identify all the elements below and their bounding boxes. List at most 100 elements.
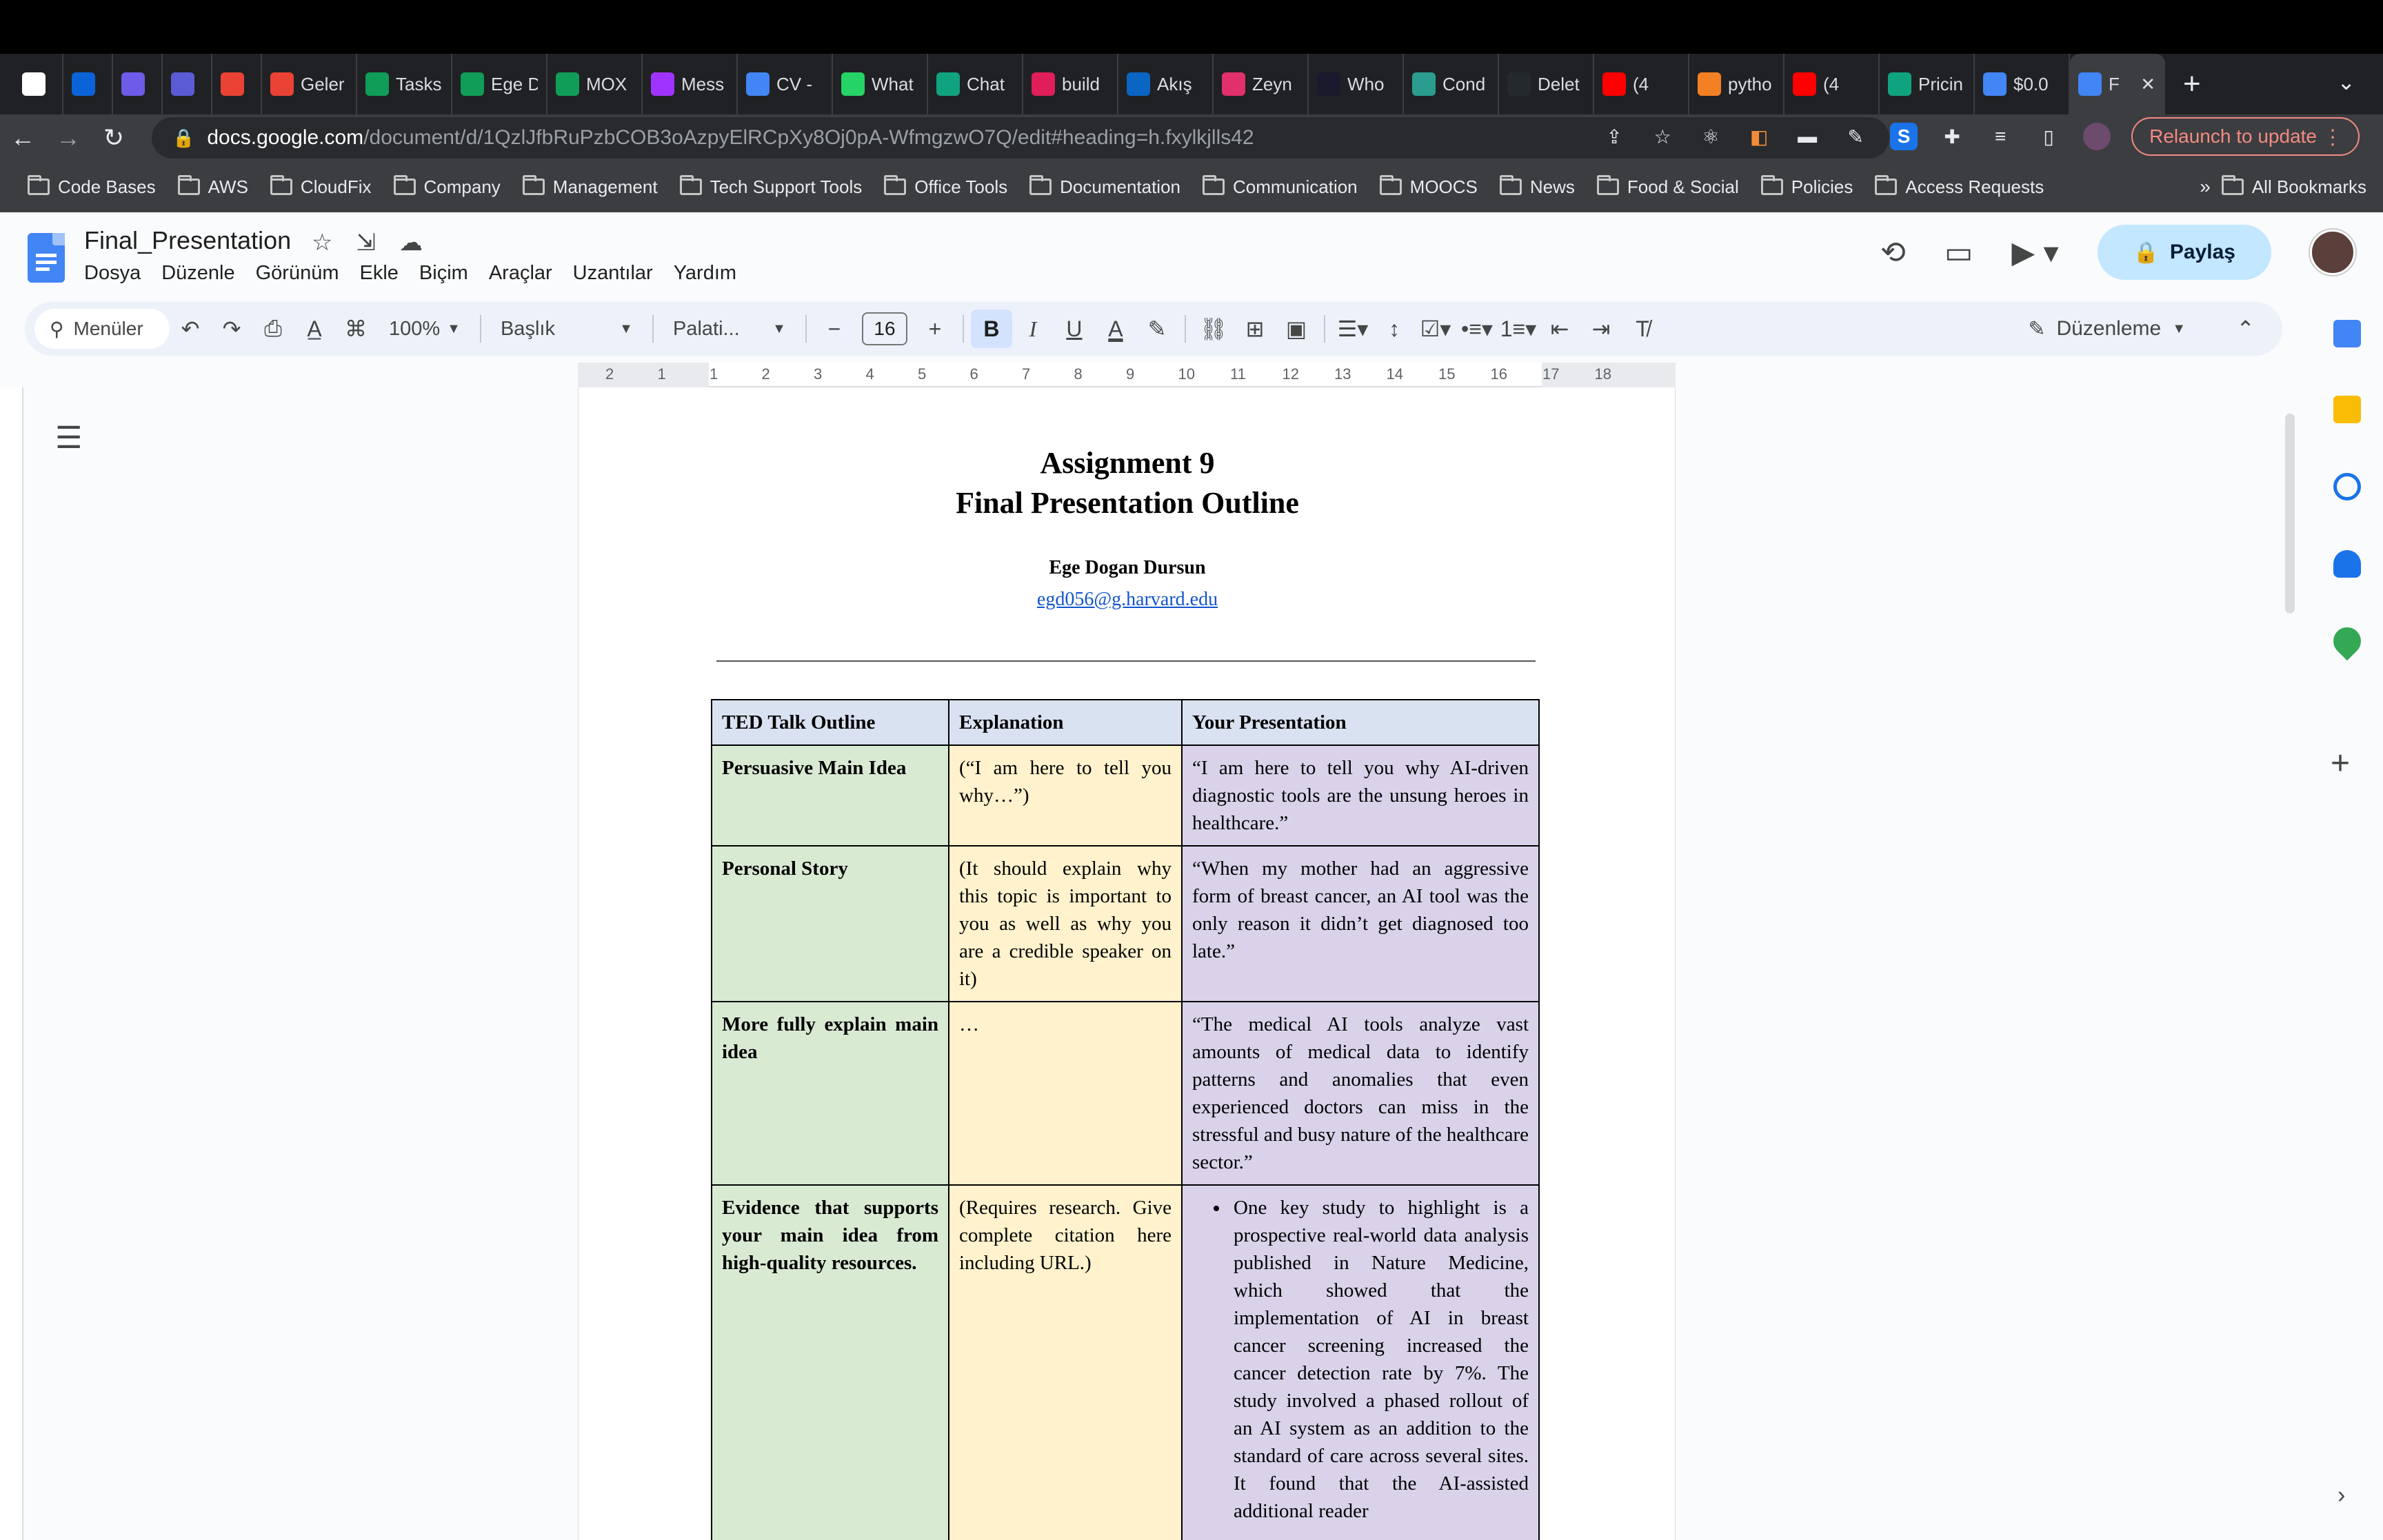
share-button[interactable]: 🔒 Paylaş bbox=[2097, 225, 2271, 280]
tab-search-chevron-icon[interactable]: ⌄ bbox=[2337, 69, 2355, 95]
insert-link-icon[interactable]: ⛓ bbox=[1193, 316, 1234, 342]
line-spacing-icon[interactable]: ↕ bbox=[1374, 316, 1415, 342]
increase-font-size-icon[interactable]: + bbox=[914, 316, 956, 342]
account-avatar[interactable] bbox=[2310, 230, 2355, 275]
browser-tab[interactable]: build bbox=[1023, 54, 1118, 114]
bookmark-folder[interactable]: Management bbox=[512, 175, 669, 198]
vertical-ruler[interactable] bbox=[0, 387, 23, 1540]
browser-tab[interactable] bbox=[113, 54, 163, 114]
add-comment-icon[interactable]: ⊞ bbox=[1234, 316, 1276, 342]
bold-icon[interactable]: B bbox=[970, 310, 1012, 348]
italic-icon[interactable]: I bbox=[1012, 316, 1054, 342]
decrease-indent-icon[interactable]: ⇤ bbox=[1539, 316, 1580, 342]
bookmark-star-icon[interactable]: ☆ bbox=[1649, 123, 1676, 150]
checklist-icon[interactable]: ☑▾ bbox=[1415, 316, 1456, 342]
menu-item[interactable]: Biçim bbox=[419, 262, 468, 285]
bookmark-folder[interactable]: CloudFix bbox=[259, 175, 383, 198]
search-menus-input[interactable]: ⚲ Menüler bbox=[34, 309, 170, 349]
document-title[interactable]: Final_Presentation bbox=[84, 226, 291, 255]
bookmark-folder[interactable]: Tech Support Tools bbox=[669, 175, 874, 198]
bookmark-folder[interactable]: Communication bbox=[1192, 175, 1369, 198]
share-page-icon[interactable]: ⇪ bbox=[1600, 123, 1628, 150]
numbered-list-icon[interactable]: 1≡▾ bbox=[1498, 316, 1539, 342]
calendar-icon[interactable] bbox=[2333, 320, 2361, 347]
browser-tab[interactable]: Akış bbox=[1118, 54, 1214, 114]
browser-tab[interactable]: Pricin bbox=[1880, 54, 1975, 114]
horizontal-ruler[interactable]: 2 1 1 2 3 4 5 6 7 8 9 10 11 12 13 14 15 16 17 18 bbox=[578, 363, 1676, 387]
browser-tab[interactable]: pytho bbox=[1689, 54, 1784, 114]
menu-item[interactable]: Görünüm bbox=[256, 262, 339, 285]
menu-item[interactable]: Yardım bbox=[674, 262, 736, 285]
clear-formatting-icon[interactable]: T̸ bbox=[1622, 316, 1663, 342]
bookmark-folder[interactable]: MOOCS bbox=[1369, 175, 1489, 198]
underline-icon[interactable]: U bbox=[1054, 316, 1095, 342]
extension-orange-icon[interactable]: ◧ bbox=[1745, 123, 1773, 150]
meet-icon[interactable]: ▶ ▾ bbox=[2011, 235, 2058, 270]
browser-tab[interactable]: $0.0 bbox=[1975, 54, 2070, 114]
browser-tab[interactable] bbox=[212, 54, 262, 114]
style-select[interactable]: Başlık ▼ bbox=[488, 318, 645, 341]
menu-item[interactable]: Dosya bbox=[84, 262, 141, 285]
font-size-input[interactable]: 16 bbox=[861, 312, 907, 345]
browser-tab[interactable] bbox=[63, 54, 113, 114]
text-color-icon[interactable]: A bbox=[1095, 316, 1136, 342]
get-addons-plus-icon[interactable]: + bbox=[2331, 744, 2350, 782]
browser-tab[interactable]: Delet bbox=[1499, 54, 1594, 114]
bookmark-folder[interactable]: Access Requests bbox=[1864, 175, 2055, 198]
bookmark-folder[interactable]: Company bbox=[383, 175, 512, 198]
extensions-puzzle-icon[interactable]: ✚ bbox=[1938, 123, 1966, 150]
bookmark-folder[interactable]: Office Tools bbox=[873, 175, 1018, 198]
bookmark-folder[interactable]: Food & Social bbox=[1586, 175, 1750, 198]
highlight-icon[interactable]: ✎ bbox=[1136, 316, 1178, 342]
extension-s-icon[interactable]: S bbox=[1890, 123, 1918, 150]
docs-logo-icon[interactable] bbox=[28, 233, 65, 283]
browser-tab[interactable]: Chat bbox=[928, 54, 1023, 114]
browser-tab[interactable]: Who bbox=[1309, 54, 1404, 114]
extension-atom-icon[interactable]: ⚛ bbox=[1697, 123, 1725, 150]
bookmark-folder[interactable]: News bbox=[1489, 175, 1586, 198]
side-panel-icon[interactable]: ▯ bbox=[2035, 123, 2062, 150]
bulleted-list-icon[interactable]: •≡▾ bbox=[1456, 316, 1498, 342]
cloud-saved-icon[interactable]: ☁ bbox=[399, 229, 423, 256]
browser-tab[interactable]: (4 bbox=[1784, 54, 1880, 114]
menu-item[interactable]: Araçlar bbox=[489, 262, 552, 285]
browser-tab[interactable] bbox=[163, 54, 212, 114]
reload-icon[interactable]: ↻ bbox=[91, 123, 137, 152]
menu-item[interactable]: Düzenle bbox=[161, 262, 234, 285]
browser-tab[interactable]: Tasks bbox=[357, 54, 452, 114]
author-email-link[interactable]: egd056@g.harvard.edu bbox=[579, 589, 1676, 611]
editing-mode-select[interactable]: ✎ Düzenleme ▼ bbox=[2028, 317, 2186, 341]
maps-icon[interactable] bbox=[2327, 621, 2367, 661]
extension-eyedropper-icon[interactable]: ✎ bbox=[1842, 123, 1869, 150]
undo-icon[interactable]: ↶ bbox=[170, 316, 211, 342]
bookmark-folder[interactable]: Code Bases bbox=[17, 175, 167, 198]
relaunch-button[interactable]: Relaunch to update ⋮ bbox=[2131, 117, 2360, 156]
browser-tab[interactable]: Cond bbox=[1404, 54, 1499, 114]
new-tab-icon[interactable]: + bbox=[2183, 67, 2201, 101]
insert-image-icon[interactable]: ▣ bbox=[1276, 316, 1317, 342]
browser-tab[interactable] bbox=[14, 54, 63, 114]
document-page[interactable]: Assignment 9 Final Presentation Outline … bbox=[578, 387, 1676, 1540]
menu-item[interactable]: Uzantılar bbox=[573, 262, 653, 285]
move-folder-icon[interactable]: ⇲ bbox=[356, 229, 376, 256]
contacts-icon[interactable] bbox=[2333, 550, 2361, 578]
zoom-select[interactable]: 100% ▼ bbox=[376, 318, 473, 341]
close-tab-icon[interactable]: ✕ bbox=[2140, 74, 2155, 95]
increase-indent-icon[interactable]: ⇥ bbox=[1580, 316, 1622, 342]
bookmark-folder[interactable]: AWS bbox=[167, 175, 259, 198]
decrease-font-size-icon[interactable]: − bbox=[814, 316, 855, 342]
browser-tab[interactable]: Zeyn bbox=[1214, 54, 1309, 114]
browser-tab[interactable]: (4 bbox=[1594, 54, 1689, 114]
vertical-scrollbar[interactable] bbox=[2285, 414, 2295, 614]
align-icon[interactable]: ☰▾ bbox=[1332, 316, 1374, 342]
browser-tab[interactable]: Geler bbox=[262, 54, 357, 114]
browser-tab[interactable]: CV - bbox=[738, 54, 833, 114]
all-bookmarks-button[interactable]: All Bookmarks bbox=[2221, 175, 2366, 198]
tasks-icon[interactable] bbox=[2333, 473, 2361, 500]
version-history-icon[interactable]: ⟲ bbox=[1880, 235, 1906, 270]
browser-tab[interactable]: What bbox=[833, 54, 928, 114]
bookmark-folder[interactable]: Documentation bbox=[1018, 175, 1192, 198]
menu-item[interactable]: Ekle bbox=[360, 262, 399, 285]
paint-format-icon[interactable]: ⌘ bbox=[335, 316, 376, 342]
browser-tab[interactable]: Ege D bbox=[452, 54, 547, 114]
